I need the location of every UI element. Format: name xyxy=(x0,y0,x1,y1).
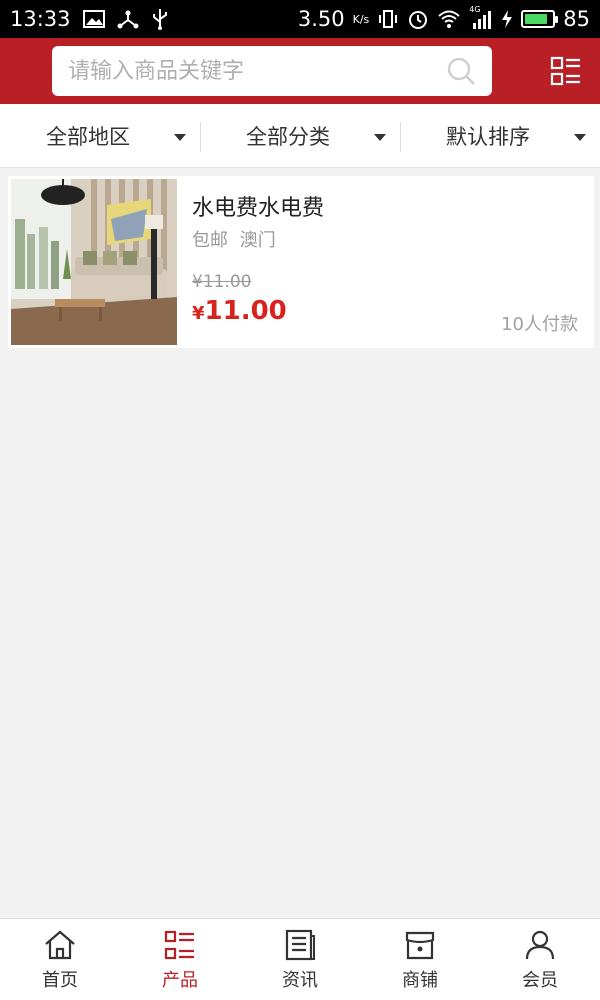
wifi-icon xyxy=(437,9,461,29)
network-type: 4G xyxy=(469,5,481,14)
image-icon xyxy=(82,10,105,28)
product-info: 水电费水电费 包邮 澳门 ¥11.00 ¥11.00 10人付款 xyxy=(180,176,594,348)
battery-level xyxy=(525,14,548,24)
product-card[interactable]: 水电费水电费 包邮 澳门 ¥11.00 ¥11.00 10人付款 xyxy=(8,176,594,348)
header xyxy=(0,38,600,104)
price-value: 11.00 xyxy=(204,296,287,326)
charging-icon xyxy=(501,9,513,29)
filter-region-label: 全部地区 xyxy=(46,124,130,149)
search-box[interactable] xyxy=(52,46,492,96)
current-price: ¥11.00 xyxy=(192,296,287,326)
product-meta: 包邮 澳门 xyxy=(192,226,276,252)
filter-category[interactable]: 全部分类 xyxy=(200,104,400,167)
filter-bar: 全部地区 全部分类 默认排序 xyxy=(0,104,600,168)
share-icon xyxy=(117,9,139,29)
status-bar: 13:33 3.50 K/s 4G 85 xyxy=(0,0,600,38)
search-input[interactable] xyxy=(68,58,446,84)
filter-category-label: 全部分类 xyxy=(246,124,330,149)
usb-icon xyxy=(151,8,169,30)
battery-icon xyxy=(521,10,559,28)
list-icon xyxy=(164,930,194,959)
location-label: 澳门 xyxy=(239,230,276,251)
nav-store[interactable]: 商铺 xyxy=(360,919,480,1000)
vibrate-icon xyxy=(377,9,399,29)
home-icon xyxy=(45,930,75,959)
nav-member-label: 会员 xyxy=(522,969,558,991)
nav-member[interactable]: 会员 xyxy=(480,919,600,1000)
filter-sort[interactable]: 默认排序 xyxy=(400,104,600,167)
store-icon xyxy=(405,931,435,959)
caret-down-icon xyxy=(574,134,586,141)
nav-news[interactable]: 资讯 xyxy=(240,919,360,1000)
signal-icon: 4G xyxy=(469,5,493,29)
filter-region[interactable]: 全部地区 xyxy=(0,104,200,167)
caret-down-icon xyxy=(374,134,386,141)
battery-percent: 85 xyxy=(563,7,590,31)
category-menu-icon[interactable] xyxy=(550,55,582,87)
caret-down-icon xyxy=(174,134,186,141)
nav-products-label: 产品 xyxy=(162,969,198,991)
nav-products[interactable]: 产品 xyxy=(120,919,240,1000)
shipping-label: 包邮 xyxy=(192,230,228,251)
product-image[interactable] xyxy=(11,179,177,345)
paid-count: 10人付款 xyxy=(501,314,578,335)
product-title[interactable]: 水电费水电费 xyxy=(192,190,324,222)
user-icon xyxy=(525,930,555,959)
original-price: ¥11.00 xyxy=(192,272,252,292)
nav-store-label: 商铺 xyxy=(402,969,438,991)
nav-news-label: 资讯 xyxy=(282,969,318,991)
filter-sort-label: 默认排序 xyxy=(446,124,530,149)
bottom-nav: 首页 产品 资讯 商铺 会员 xyxy=(0,918,600,1000)
news-icon xyxy=(285,929,315,960)
network-speed-unit: K/s xyxy=(352,12,370,26)
nav-home[interactable]: 首页 xyxy=(0,919,120,1000)
currency-symbol: ¥ xyxy=(192,303,205,324)
status-time: 13:33 xyxy=(10,7,71,31)
network-speed: 3.50 xyxy=(297,7,345,31)
search-icon[interactable] xyxy=(446,56,476,86)
nav-home-label: 首页 xyxy=(42,969,78,991)
alarm-icon xyxy=(407,8,429,30)
